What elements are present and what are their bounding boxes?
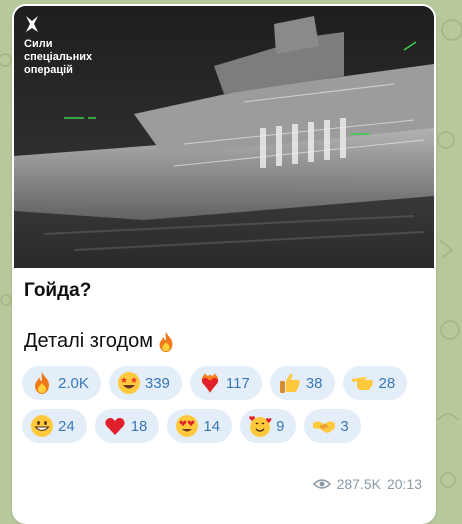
message-time: 20:13 [386,476,422,492]
post-text-line: Деталі згодом [24,330,177,353]
heart-on-fire-icon [201,373,219,393]
reaction-count: 9 [276,417,285,435]
view-count: 287.5K [336,476,381,492]
reaction-smiling-face-with-hearts[interactable]: 9 [240,409,297,443]
reaction-count: 2.0K [58,374,89,392]
watermark: Сили спеціальних операцій [24,16,92,77]
reaction-count: 38 [305,374,323,392]
message-meta: 287.5K 20:13 [312,476,422,492]
watermark-line-1: Сили [24,38,53,50]
message-bubble: Сили спеціальних операцій Гойда? Деталі … [12,4,436,524]
reaction-count: 339 [144,374,170,392]
reaction-count: 14 [203,417,221,435]
reaction-count: 28 [378,374,396,392]
handshake-icon [313,421,336,433]
sso-logo-icon [26,16,38,32]
grinning-face-icon [31,415,53,437]
reaction-count: 117 [225,374,250,392]
reaction-heart-on-fire[interactable]: 117 [189,366,262,400]
pointing-hand-icon [351,377,373,390]
reaction-count: 24 [58,417,75,435]
reaction-count: 3 [340,417,349,435]
watermark-line-2: спеціальних [24,51,93,63]
reaction-handshake[interactable]: 3 [304,409,361,443]
reaction-star-struck[interactable]: 339 [108,366,182,400]
fire-emoji-icon [159,331,173,352]
post-text: Деталі згодом [24,330,153,352]
post-title: Гойда? [24,280,92,301]
eye-icon [312,479,331,489]
heart-eyes-icon [176,415,199,437]
reaction-red-heart[interactable]: 18 [94,409,160,443]
reaction-thumbs-up[interactable]: 38 [269,366,335,400]
photo-thermal-ship[interactable]: Сили спеціальних операцій [14,6,434,268]
reaction-pointing-hand[interactable]: 28 [342,366,408,400]
thumbs-up-icon [279,373,300,393]
reaction-heart-eyes[interactable]: 14 [167,409,233,443]
reaction-count: 18 [130,417,148,435]
smiling-face-with-hearts-icon [249,416,272,437]
reactions-bar: 2.0K 339 117 38 28 24 18 14 9 3 [22,366,426,443]
reaction-fire[interactable]: 2.0K [22,366,101,400]
fire-icon [35,372,49,394]
red-heart-icon [105,418,125,435]
star-struck-icon [117,372,140,394]
watermark-line-3: операцій [24,64,73,76]
reaction-grinning-face[interactable]: 24 [22,409,87,443]
